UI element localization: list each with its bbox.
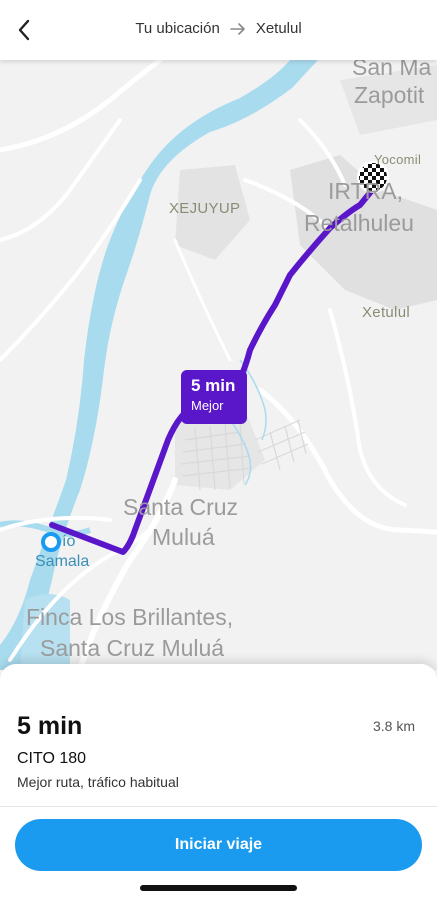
map-label-zapotit: Zapotit [354,82,425,108]
divider [0,806,437,807]
map-label-retalhuleu: Retalhuleu [304,210,414,236]
route-title: Tu ubicación Xetulul [0,20,437,37]
origin-label: Tu ubicación [135,20,220,37]
route-road-name: CITO 180 [17,750,87,767]
home-indicator [140,885,297,891]
arrow-right-icon [230,22,246,35]
map-label-san-ma: San Ma [352,60,432,80]
road [328,308,407,507]
route-eta: 5 min [17,712,83,740]
map-view[interactable]: San Ma Zapotit Yocomil IRTRA, Retalhuleu… [0,60,437,670]
route-distance: 3.8 km [372,718,415,734]
road [257,387,437,535]
origin-marker [41,532,61,552]
river [0,60,318,670]
map-label-santa-cruz: Santa Cruz [123,494,239,520]
eta-badge[interactable]: 5 min Mejor [181,370,247,424]
route-description: Mejor ruta, tráfico habitual [17,774,179,790]
map-label-samala: Samala [35,553,90,570]
top-bar: Tu ubicación Xetulul [0,0,437,60]
road [173,238,232,362]
map-label-rio: ío [62,533,76,550]
destination-label: Xetulul [255,20,302,37]
map-label-xejuyup: XEJUYUP [169,200,241,217]
map-label-irtra: IRTRA, [328,178,403,204]
start-trip-button[interactable]: Iniciar viaje [15,819,422,871]
map-label-mulua: Muluá [152,524,215,550]
map-label-finca-2: Santa Cruz Muluá [40,635,225,661]
eta-badge-label: Mejor [191,398,224,413]
eta-badge-time: 5 min [191,376,236,395]
map-label-finca-1: Finca Los Brillantes, [26,604,234,630]
map-canvas [0,60,437,670]
route-summary-sheet: 5 min 3.8 km CITO 180 Mejor ruta, tráfic… [0,664,437,900]
map-label-yocomil: Yocomil [374,152,422,167]
road [0,60,163,153]
map-label-xetulul: Xetulul [362,304,410,321]
road [0,118,122,242]
